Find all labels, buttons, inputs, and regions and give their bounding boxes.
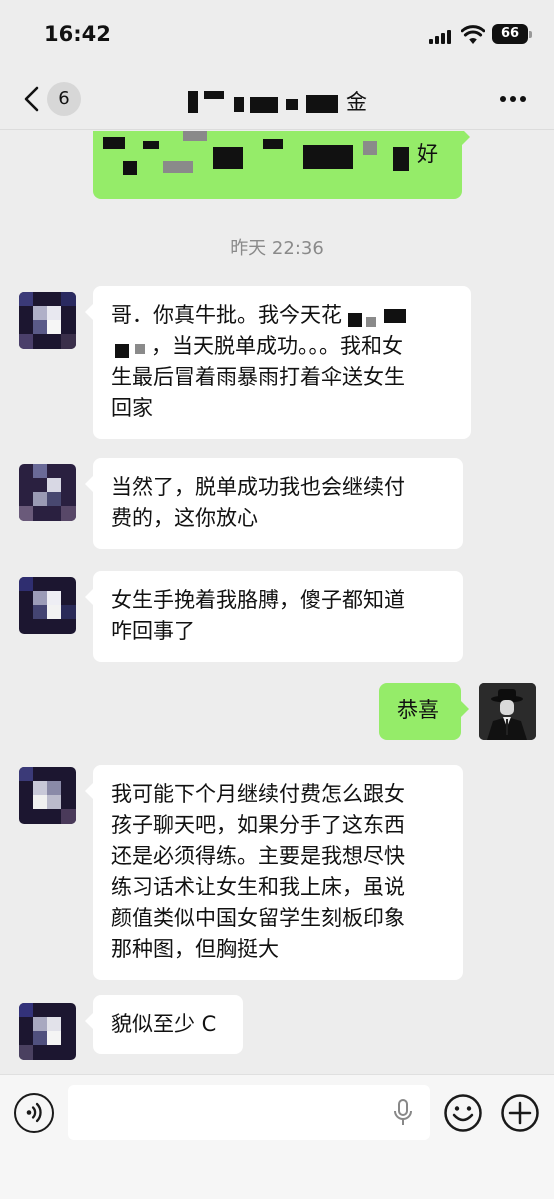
message-line: 恭喜 — [397, 698, 439, 722]
back-button[interactable]: 6 — [18, 82, 88, 116]
message-line: 咋回事了 — [111, 619, 195, 643]
message-list[interactable]: 好 昨天 22:36 哥．你真牛批。我今天花 ，当天脱单成功。。。我和女 生最后… — [0, 131, 554, 1074]
message-line: ，当天脱单成功。。。我和女 — [151, 334, 403, 358]
message-bubble-incoming[interactable]: 哥．你真牛批。我今天花 ，当天脱单成功。。。我和女 生最后冒着雨暴雨打着伞送女生… — [85, 286, 471, 439]
message-line: 还是必须得练。主要是我想尽快 — [111, 844, 405, 868]
chat-header: 6 金 — [0, 68, 554, 130]
chat-title-text: 金 — [346, 90, 367, 114]
pixelated-avatar-image — [19, 292, 76, 349]
message-bubble-incoming[interactable]: 女生手挽着我胳膊，傻子都知道 咋回事了 — [85, 571, 463, 662]
message-line: 当然了，脱单成功我也会继续付 — [111, 475, 405, 499]
emoji-icon[interactable] — [443, 1093, 483, 1133]
pixelated-avatar-image — [19, 1003, 76, 1060]
pixelated-avatar-image — [19, 767, 76, 824]
message-line: 哥．你真牛批。我今天花 — [111, 303, 342, 327]
redacted-text — [342, 305, 412, 327]
cellular-signal-icon — [429, 30, 455, 44]
redacted-content — [103, 131, 413, 179]
contact-avatar[interactable] — [19, 292, 76, 349]
microphone-icon[interactable] — [393, 1099, 413, 1127]
message-line: 我可能下个月继续付费怎么跟女 — [111, 782, 405, 806]
message-line: 女生手挽着我胳膊，傻子都知道 — [111, 588, 405, 612]
message-bubble-outgoing[interactable]: 好 — [93, 131, 470, 199]
unread-count-badge: 6 — [47, 82, 81, 116]
contact-avatar[interactable] — [19, 767, 76, 824]
battery-icon: 66 — [492, 24, 532, 44]
pixelated-avatar-image — [19, 577, 76, 634]
voice-toggle-button[interactable] — [14, 1093, 54, 1133]
my-avatar[interactable] — [479, 683, 536, 740]
contact-avatar[interactable] — [19, 577, 76, 634]
battery-level: 66 — [500, 26, 520, 41]
message-input[interactable] — [68, 1085, 430, 1140]
status-time: 16:42 — [44, 22, 111, 46]
plus-icon[interactable] — [500, 1093, 540, 1133]
status-bar: 16:42 66 — [0, 0, 554, 68]
ellipsis-icon — [500, 96, 506, 102]
message-line: 颜值类似中国女留学生刻板印象 — [111, 906, 405, 930]
message-bubble-incoming[interactable]: 貌似至少 C — [85, 995, 243, 1054]
message-line: 生最后冒着雨暴雨打着伞送女生 — [111, 365, 405, 389]
message-bubble-incoming[interactable]: 当然了，脱单成功我也会继续付 费的，这你放心 — [85, 458, 463, 549]
contact-avatar[interactable] — [19, 1003, 76, 1060]
message-bubble-incoming[interactable]: 我可能下个月继续付费怎么跟女 孩子聊天吧，如果分手了这东西 还是必须得练。主要是… — [85, 765, 463, 980]
chat-title[interactable]: 金 — [188, 86, 378, 116]
voice-icon — [26, 1102, 42, 1123]
profile-avatar-image — [479, 683, 536, 740]
message-line: 貌似至少 C — [111, 1012, 217, 1036]
pixelated-avatar-image — [19, 464, 76, 521]
message-text: 好 — [417, 142, 438, 166]
message-line: 回家 — [111, 396, 153, 420]
message-line: 费的，这你放心 — [111, 506, 258, 530]
message-line: 练习话术让女生和我上床，虽说 — [111, 875, 405, 899]
redacted-text — [111, 336, 151, 358]
chevron-left-icon — [24, 86, 39, 112]
wifi-icon — [461, 25, 485, 44]
message-line: 孩子聊天吧，如果分手了这东西 — [111, 813, 405, 837]
input-bar — [0, 1074, 554, 1199]
message-line: 那种图，但胸挺大 — [111, 937, 279, 961]
more-options-button[interactable] — [500, 96, 528, 104]
contact-avatar[interactable] — [19, 464, 76, 521]
message-bubble-outgoing[interactable]: 恭喜 — [379, 683, 469, 740]
message-timestamp: 昨天 22:36 — [230, 238, 324, 259]
